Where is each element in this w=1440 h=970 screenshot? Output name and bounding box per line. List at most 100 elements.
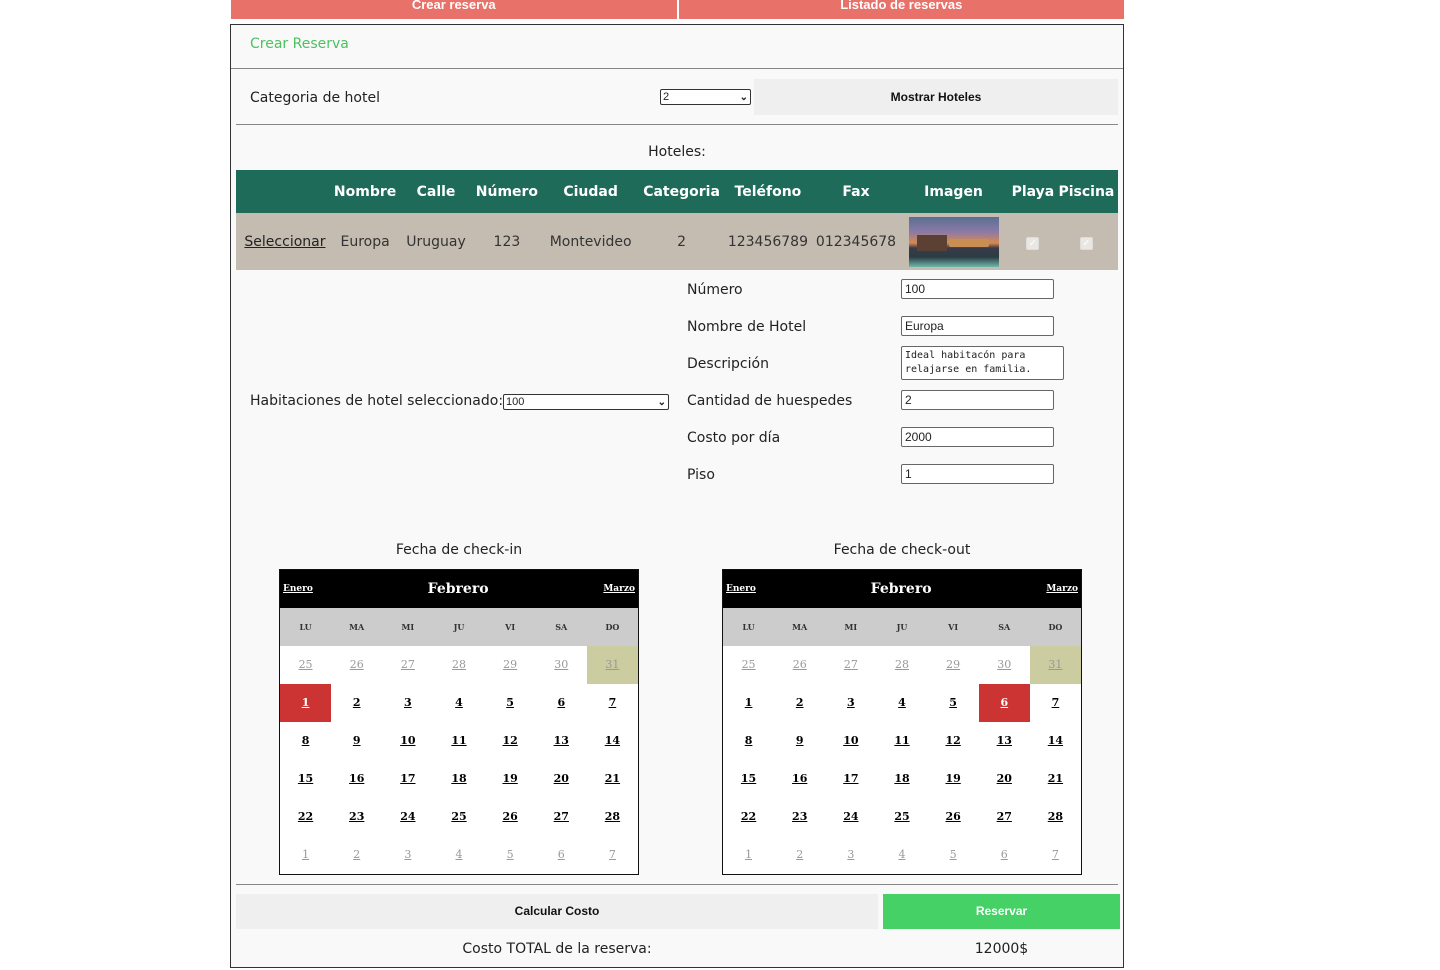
calendar-day[interactable]: 5: [928, 684, 979, 722]
prev-month-link[interactable]: Enero: [726, 584, 756, 594]
piscina-checkbox[interactable]: ✓: [1079, 236, 1093, 250]
descripcion-textarea[interactable]: Ideal habitacón para relajarse en famili…: [901, 346, 1064, 380]
calendar-day[interactable]: 20: [536, 760, 587, 798]
categoria-select[interactable]: 2 ⌄: [660, 89, 751, 105]
calendar-day[interactable]: 28: [1030, 798, 1081, 836]
calendar-day[interactable]: 27: [536, 798, 587, 836]
reservar-button[interactable]: Reservar: [883, 894, 1120, 929]
calendar-day[interactable]: 26: [331, 646, 382, 684]
calendar-day[interactable]: 1: [280, 684, 332, 722]
playa-checkbox[interactable]: ✓: [1026, 236, 1040, 250]
calendar-day[interactable]: 20: [979, 760, 1030, 798]
nombre-hotel-field[interactable]: Europa: [901, 316, 1054, 336]
calendar-day[interactable]: 1: [723, 684, 774, 722]
mostrar-hoteles-button[interactable]: Mostrar Hoteles: [754, 79, 1118, 115]
calendar-day[interactable]: 29: [485, 646, 536, 684]
calendar-day[interactable]: 6: [979, 836, 1030, 874]
calendar-day[interactable]: 28: [433, 646, 484, 684]
calendar-day[interactable]: 7: [587, 836, 638, 874]
calcular-costo-button[interactable]: Calcular Costo: [236, 894, 878, 929]
calendar-day[interactable]: 11: [876, 722, 927, 760]
calendar-day[interactable]: 27: [825, 646, 876, 684]
calendar-day[interactable]: 5: [485, 836, 536, 874]
calendar-day[interactable]: 29: [928, 646, 979, 684]
calendar-day[interactable]: 16: [331, 760, 382, 798]
calendar-day[interactable]: 27: [382, 646, 433, 684]
calendar-day[interactable]: 24: [825, 798, 876, 836]
calendar-day[interactable]: 6: [978, 684, 1030, 722]
calendar-day[interactable]: 31: [586, 646, 638, 684]
calendar-day[interactable]: 13: [536, 722, 587, 760]
calendar-day[interactable]: 19: [928, 760, 979, 798]
next-month-link[interactable]: Marzo: [603, 584, 635, 594]
calendar-day[interactable]: 5: [485, 684, 536, 722]
calendar-day[interactable]: 14: [587, 722, 638, 760]
calendar-day[interactable]: 15: [723, 760, 774, 798]
calendar-day[interactable]: 24: [382, 798, 433, 836]
calendar-day[interactable]: 31: [1029, 646, 1081, 684]
calendar-day[interactable]: 19: [485, 760, 536, 798]
calendar-day[interactable]: 4: [433, 684, 484, 722]
calendar-day[interactable]: 4: [876, 684, 927, 722]
calendar-day[interactable]: 30: [536, 646, 587, 684]
calendar-day[interactable]: 8: [723, 722, 774, 760]
calendar-day[interactable]: 17: [382, 760, 433, 798]
calendar-day[interactable]: 5: [928, 836, 979, 874]
calendar-day[interactable]: 1: [280, 836, 331, 874]
calendar-day[interactable]: 2: [774, 836, 825, 874]
calendar-day[interactable]: 2: [331, 836, 382, 874]
calendar-day[interactable]: 22: [280, 798, 331, 836]
tab-crear-reserva[interactable]: Crear reserva: [231, 0, 679, 19]
costo-dia-field[interactable]: 2000: [901, 427, 1054, 447]
calendar-day[interactable]: 25: [723, 646, 774, 684]
prev-month-link[interactable]: Enero: [283, 584, 313, 594]
calendar-day[interactable]: 25: [433, 798, 484, 836]
calendar-day[interactable]: 16: [774, 760, 825, 798]
calendar-day[interactable]: 9: [774, 722, 825, 760]
calendar-day[interactable]: 22: [723, 798, 774, 836]
calendar-day[interactable]: 18: [876, 760, 927, 798]
calendar-day[interactable]: 26: [485, 798, 536, 836]
calendar-day[interactable]: 11: [433, 722, 484, 760]
calendar-day[interactable]: 23: [331, 798, 382, 836]
calendar-day[interactable]: 3: [382, 684, 433, 722]
next-month-link[interactable]: Marzo: [1046, 584, 1078, 594]
calendar-day[interactable]: 17: [825, 760, 876, 798]
seleccionar-link[interactable]: Seleccionar: [244, 234, 325, 250]
calendar-day[interactable]: 28: [876, 646, 927, 684]
numero-field[interactable]: 100: [901, 279, 1054, 299]
calendar-day[interactable]: 6: [536, 836, 587, 874]
calendar-day[interactable]: 2: [331, 684, 382, 722]
calendar-day[interactable]: 25: [280, 646, 331, 684]
calendar-day[interactable]: 14: [1030, 722, 1081, 760]
calendar-day[interactable]: 21: [1030, 760, 1081, 798]
calendar-day[interactable]: 3: [825, 684, 876, 722]
calendar-day[interactable]: 12: [928, 722, 979, 760]
calendar-day[interactable]: 26: [928, 798, 979, 836]
calendar-day[interactable]: 26: [774, 646, 825, 684]
calendar-day[interactable]: 12: [485, 722, 536, 760]
calendar-day[interactable]: 15: [280, 760, 331, 798]
calendar-day[interactable]: 10: [382, 722, 433, 760]
calendar-day[interactable]: 2: [774, 684, 825, 722]
calendar-day[interactable]: 4: [876, 836, 927, 874]
calendar-day[interactable]: 23: [774, 798, 825, 836]
calendar-day[interactable]: 7: [587, 684, 638, 722]
calendar-day[interactable]: 30: [979, 646, 1030, 684]
calendar-day[interactable]: 3: [825, 836, 876, 874]
calendar-day[interactable]: 6: [536, 684, 587, 722]
calendar-day[interactable]: 27: [979, 798, 1030, 836]
calendar-day[interactable]: 21: [587, 760, 638, 798]
calendar-day[interactable]: 10: [825, 722, 876, 760]
calendar-day[interactable]: 7: [1030, 684, 1081, 722]
huespedes-field[interactable]: 2: [901, 390, 1054, 410]
piso-field[interactable]: 1: [901, 464, 1054, 484]
calendar-day[interactable]: 13: [979, 722, 1030, 760]
habitaciones-select[interactable]: 100 ⌄: [503, 394, 669, 410]
calendar-day[interactable]: 9: [331, 722, 382, 760]
calendar-day[interactable]: 28: [587, 798, 638, 836]
calendar-day[interactable]: 1: [723, 836, 774, 874]
calendar-day[interactable]: 7: [1030, 836, 1081, 874]
tab-listado-reservas[interactable]: Listado de reservas: [678, 0, 1124, 19]
calendar-day[interactable]: 8: [280, 722, 331, 760]
